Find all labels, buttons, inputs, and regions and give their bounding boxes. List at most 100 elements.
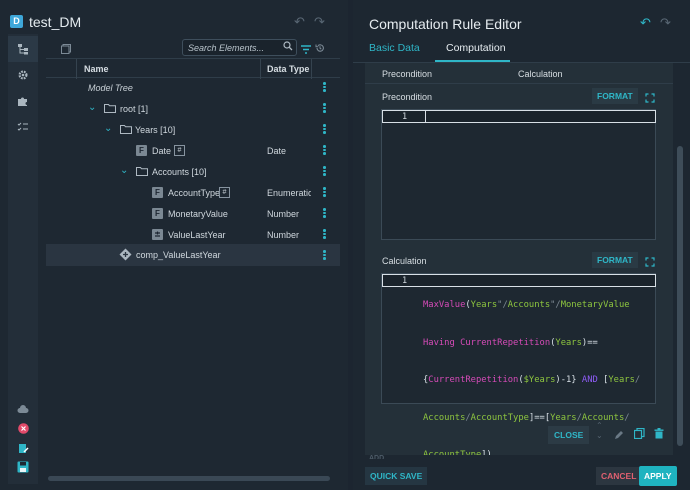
more-options-icon[interactable] xyxy=(323,166,326,177)
col-divider xyxy=(76,59,77,79)
redo-icon[interactable]: ↷ xyxy=(314,14,325,30)
field-icon: F xyxy=(152,208,163,219)
tree-root-label-row: Model Tree xyxy=(46,78,340,99)
tree-row[interactable]: ValueLastYear Number xyxy=(46,225,340,246)
computation-rule-icon xyxy=(119,248,132,263)
expand-icon[interactable] xyxy=(645,254,655,272)
calculation-editor[interactable]: 1 MaxValue(Years"/Accounts"/MonetaryValu… xyxy=(381,273,656,460)
search-input[interactable]: Search Elements... xyxy=(182,39,297,56)
col-data-type[interactable]: Data Type xyxy=(267,64,309,74)
tree-row[interactable]: ⌄ Accounts [10] xyxy=(46,162,340,183)
more-options-icon[interactable] xyxy=(323,145,326,156)
tree-row[interactable]: ⌄ Years [10] xyxy=(46,120,340,141)
cancel-button[interactable]: CANCEL xyxy=(596,467,642,485)
search-icon[interactable] xyxy=(283,41,293,53)
model-tree: Search Elements... Name Data Type Model … xyxy=(46,34,340,484)
data-type-value: Enumeratio xyxy=(267,188,311,198)
folder-icon xyxy=(104,103,116,115)
more-options-icon[interactable] xyxy=(323,82,326,93)
more-options-icon[interactable] xyxy=(323,124,326,135)
apply-button[interactable]: APPLY xyxy=(639,466,677,486)
editor-title: Computation Rule Editor xyxy=(369,16,522,32)
divider xyxy=(365,83,673,84)
more-options-icon[interactable] xyxy=(323,103,326,114)
tree-row[interactable]: ⌄ root [1] xyxy=(46,99,340,120)
vertical-scrollbar[interactable] xyxy=(676,66,684,446)
field-icon: F xyxy=(136,145,147,156)
tree-view-icon[interactable] xyxy=(8,36,38,62)
precondition-column-head: Precondition xyxy=(382,69,433,79)
rule-editor-panel: Computation Rule Editor ↶ ↷ Basic Data C… xyxy=(353,0,690,490)
line-number: 1 xyxy=(402,112,408,122)
tree-row[interactable]: F MonetaryValue Number xyxy=(46,204,340,225)
delete-icon[interactable] xyxy=(654,426,664,444)
tree-header: Name Data Type xyxy=(46,58,340,79)
action-bar: ADD QUICK SAVE CANCEL APPLY xyxy=(353,455,690,490)
more-options-icon[interactable] xyxy=(323,208,326,219)
folder-icon xyxy=(120,124,132,136)
expand-icon[interactable] xyxy=(645,90,655,108)
computed-field-icon xyxy=(152,229,163,242)
app-root: D test_DM ↶ ↷ Search Elements... Name Da… xyxy=(0,0,690,490)
col-divider xyxy=(311,59,312,79)
tree-node-label: Accounts [10] xyxy=(152,167,207,177)
line-number: 1 xyxy=(402,276,408,286)
model-panel: D test_DM ↶ ↷ Search Elements... Name Da… xyxy=(0,0,348,490)
more-options-icon[interactable] xyxy=(323,250,326,261)
col-name[interactable]: Name xyxy=(84,64,109,74)
model-title: test_DM xyxy=(29,14,82,30)
format-precondition-button[interactable]: FORMAT xyxy=(592,88,638,104)
tree-node-label: root [1] xyxy=(120,104,149,114)
undo-icon[interactable]: ↶ xyxy=(640,15,651,31)
undo-icon[interactable]: ↶ xyxy=(294,14,305,30)
edit-pencil-icon[interactable] xyxy=(614,427,624,445)
checklist-icon[interactable] xyxy=(8,114,38,140)
tree-root-label: Model Tree xyxy=(88,83,133,93)
filter-icon[interactable] xyxy=(301,41,311,59)
puzzle-icon[interactable] xyxy=(8,88,38,114)
chevron-down-icon[interactable]: ⌄ xyxy=(104,123,112,134)
chevron-down-icon[interactable]: ⌄ xyxy=(120,165,128,176)
key-hash-icon: # xyxy=(219,187,230,198)
reorder-arrows-icon[interactable]: ⌃ ⌄ xyxy=(596,421,603,441)
tree-node-label: AccountType xyxy=(168,188,221,198)
quick-save-button[interactable]: QUICK SAVE xyxy=(365,467,428,485)
save-icon[interactable] xyxy=(8,459,38,475)
tree-node-label: comp_ValueLastYear xyxy=(136,250,221,260)
code-line: Accounts/AccountType]==[Years/Accounts/ xyxy=(423,412,630,423)
tab-computation[interactable]: Computation xyxy=(446,42,506,54)
tree-row-selected[interactable]: comp_ValueLastYear xyxy=(46,244,340,266)
data-type-value: Number xyxy=(267,230,300,240)
scrollbar-thumb[interactable] xyxy=(677,146,683,446)
copy-icon[interactable] xyxy=(633,426,645,444)
chevron-down-icon[interactable]: ⌄ xyxy=(88,102,96,113)
history-icon[interactable] xyxy=(315,40,325,58)
tree-row[interactable]: F AccountType # Enumeratio xyxy=(46,183,340,204)
error-circle-icon[interactable] xyxy=(8,420,38,436)
gear-icon[interactable] xyxy=(8,62,38,88)
model-title-bar: D test_DM ↶ ↷ xyxy=(0,0,348,38)
col-divider xyxy=(260,59,261,79)
search-placeholder: Search Elements... xyxy=(188,43,265,53)
field-icon: F xyxy=(152,187,163,198)
redo-icon[interactable]: ↷ xyxy=(660,15,671,31)
data-type-value: Date xyxy=(267,146,287,156)
edit-document-icon[interactable] xyxy=(8,440,38,456)
precondition-editor[interactable]: 1 xyxy=(381,109,656,240)
more-options-icon[interactable] xyxy=(323,187,326,198)
tree-node-label: ValueLastYear xyxy=(168,230,226,240)
add-button-partial[interactable]: ADD xyxy=(369,455,384,459)
close-button[interactable]: CLOSE xyxy=(548,426,590,444)
tab-basic-data[interactable]: Basic Data xyxy=(369,42,420,54)
format-calculation-button[interactable]: FORMAT xyxy=(592,252,638,268)
editor-active-line: 1 xyxy=(382,110,656,123)
horizontal-scrollbar[interactable] xyxy=(48,476,330,481)
gutter-divider xyxy=(425,111,426,122)
collapse-all-icon[interactable] xyxy=(61,41,71,59)
more-options-icon[interactable] xyxy=(323,229,326,240)
calculation-label: Calculation xyxy=(382,256,427,266)
tree-row[interactable]: F Date # Date xyxy=(46,141,340,162)
app-logo-icon: D xyxy=(10,15,23,28)
key-hash-icon: # xyxy=(174,145,185,156)
cloud-upload-icon[interactable] xyxy=(8,401,38,417)
